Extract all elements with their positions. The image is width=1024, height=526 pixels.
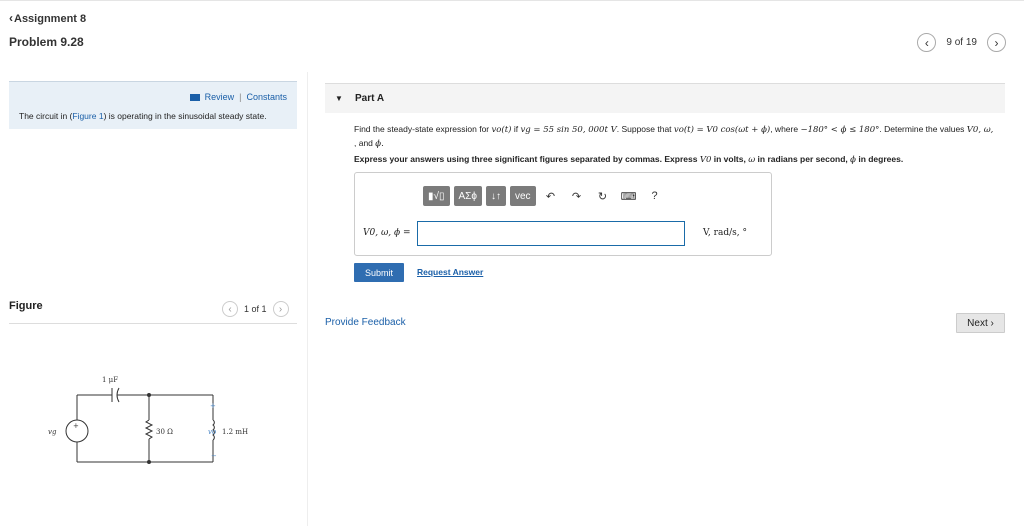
question-part-5: . Determine the values bbox=[879, 124, 965, 134]
figure-link[interactable]: Figure 1 bbox=[72, 111, 103, 121]
values-list: V0, ω, bbox=[966, 125, 994, 135]
output-minus: − bbox=[211, 452, 217, 460]
arrows-icon: ↓↑ bbox=[490, 190, 501, 202]
request-answer-link[interactable]: Request Answer bbox=[417, 267, 483, 277]
instructions-part-1: Express your answers using three signifi… bbox=[354, 154, 698, 164]
problem-title: Problem 9.28 bbox=[9, 35, 84, 49]
help-icon[interactable]: ? bbox=[644, 186, 666, 206]
math-toolbar: ▮√▯ ΑΣϕ ↓↑ vec ↶ ↷ ↻ ⌨ ? bbox=[423, 186, 666, 206]
triangle-down-icon: ▼ bbox=[335, 94, 343, 103]
separator: | bbox=[239, 92, 242, 102]
reset-icon[interactable]: ↻ bbox=[592, 186, 614, 206]
answer-input[interactable] bbox=[417, 221, 685, 246]
vo-cos-expression: vo(t) = V0 cos(ωt + ϕ) bbox=[673, 125, 771, 135]
part-a-header[interactable]: ▼ Part A bbox=[325, 83, 1005, 113]
greek-icon: ΑΣϕ bbox=[458, 190, 477, 202]
phi-symbol: ϕ. bbox=[375, 139, 384, 149]
figure-pager: ‹ 1 of 1 › bbox=[222, 301, 289, 317]
back-to-assignment-link[interactable]: ‹Assignment 8 bbox=[9, 11, 86, 25]
resistor-label: 30 Ω bbox=[156, 428, 173, 436]
circuit-text-end: ) is operating in the sinusoidal steady … bbox=[103, 111, 267, 121]
circuit-text-start: The circuit in ( bbox=[19, 111, 73, 121]
figure-divider bbox=[9, 323, 297, 324]
vec-label: vec bbox=[514, 190, 531, 202]
chevron-right-icon: › bbox=[990, 317, 994, 329]
phi-symbol-2: ϕ bbox=[850, 155, 856, 165]
v0-symbol: V0 bbox=[699, 155, 712, 165]
capacitor-label: 1 μF bbox=[102, 376, 118, 384]
instructions-part-2: in volts, bbox=[713, 154, 746, 164]
greek-button[interactable]: ΑΣϕ bbox=[453, 186, 482, 206]
chevron-left-icon: ‹ bbox=[228, 303, 232, 315]
intro-panel: Review | Constants The circuit in (Figur… bbox=[9, 81, 297, 129]
omega-symbol: ω bbox=[748, 155, 756, 165]
review-link[interactable]: Review bbox=[205, 92, 235, 102]
node-top bbox=[147, 393, 151, 397]
output-label: vo bbox=[208, 428, 216, 436]
phase-range: −180° < ϕ ≤ 180° bbox=[800, 125, 880, 135]
answer-units: V, rad/s, ° bbox=[703, 228, 747, 238]
arrows-button[interactable]: ↓↑ bbox=[485, 186, 506, 206]
review-icon bbox=[189, 93, 200, 101]
next-button[interactable]: Next › bbox=[956, 313, 1005, 333]
templates-button[interactable]: ▮√▯ bbox=[423, 186, 450, 206]
node-bottom bbox=[147, 460, 151, 464]
problem-pager: ‹ 9 of 19 › bbox=[917, 33, 1006, 52]
chevron-right-icon: › bbox=[994, 35, 999, 50]
question-part-2: if bbox=[513, 124, 519, 134]
next-figure-button[interactable]: › bbox=[272, 301, 289, 317]
vec-button[interactable]: vec bbox=[509, 186, 536, 206]
question-text: Find the steady-state expression for vo(… bbox=[354, 123, 994, 151]
vg-expression: vg = 55 sin 50, 000t V bbox=[520, 125, 617, 135]
chevron-left-icon: ‹ bbox=[9, 11, 13, 25]
instructions-part-3: in radians per second, bbox=[757, 154, 848, 164]
question-part-4: , where bbox=[770, 124, 799, 134]
question-part-6: , and bbox=[354, 138, 373, 148]
circuit-diagram: + 1 μF vg 30 Ω + vo − 1.2 mH bbox=[48, 376, 248, 464]
output-plus: + bbox=[210, 402, 216, 410]
chevron-left-icon: ‹ bbox=[924, 35, 929, 50]
constants-link[interactable]: Constants bbox=[246, 92, 287, 102]
figure-heading: Figure bbox=[9, 300, 43, 312]
inductor-label: 1.2 mH bbox=[222, 428, 248, 436]
answer-box: ▮√▯ ΑΣϕ ↓↑ vec ↶ ↷ ↻ ⌨ ? V0, ω, ϕ = V, r… bbox=[354, 172, 772, 256]
chevron-right-icon: › bbox=[278, 303, 283, 315]
provide-feedback-link[interactable]: Provide Feedback bbox=[325, 317, 406, 328]
question-part-1: Find the steady-state expression for bbox=[354, 124, 490, 134]
next-label: Next bbox=[967, 317, 988, 329]
column-divider bbox=[307, 72, 308, 526]
circuit-description: The circuit in (Figure 1) is operating i… bbox=[19, 111, 267, 121]
previous-problem-button[interactable]: ‹ bbox=[917, 33, 937, 52]
answer-label: V0, ω, ϕ = bbox=[363, 228, 411, 238]
next-problem-button[interactable]: › bbox=[987, 33, 1006, 52]
resistor bbox=[144, 419, 154, 440]
source-label: vg bbox=[48, 428, 57, 436]
part-title: Part A bbox=[355, 93, 385, 104]
redo-icon[interactable]: ↷ bbox=[566, 186, 588, 206]
review-constants-row: Review | Constants bbox=[189, 92, 287, 102]
undo-icon[interactable]: ↶ bbox=[540, 186, 562, 206]
instructions-part-4: in degrees. bbox=[858, 154, 904, 164]
keyboard-icon[interactable]: ⌨ bbox=[618, 186, 640, 206]
previous-figure-button[interactable]: ‹ bbox=[222, 301, 238, 317]
answer-instructions: Express your answers using three signifi… bbox=[354, 154, 994, 165]
pager-text: 9 of 19 bbox=[946, 37, 977, 48]
submit-button[interactable]: Submit bbox=[354, 263, 404, 282]
question-part-3: . Suppose that bbox=[616, 124, 672, 134]
back-label: Assignment 8 bbox=[14, 13, 87, 25]
templates-icon: ▮√▯ bbox=[428, 190, 445, 202]
top-border bbox=[0, 0, 1024, 1]
vo-expression: vo(t) bbox=[491, 125, 512, 135]
source-plus: + bbox=[73, 422, 79, 430]
figure-count: 1 of 1 bbox=[244, 304, 267, 314]
